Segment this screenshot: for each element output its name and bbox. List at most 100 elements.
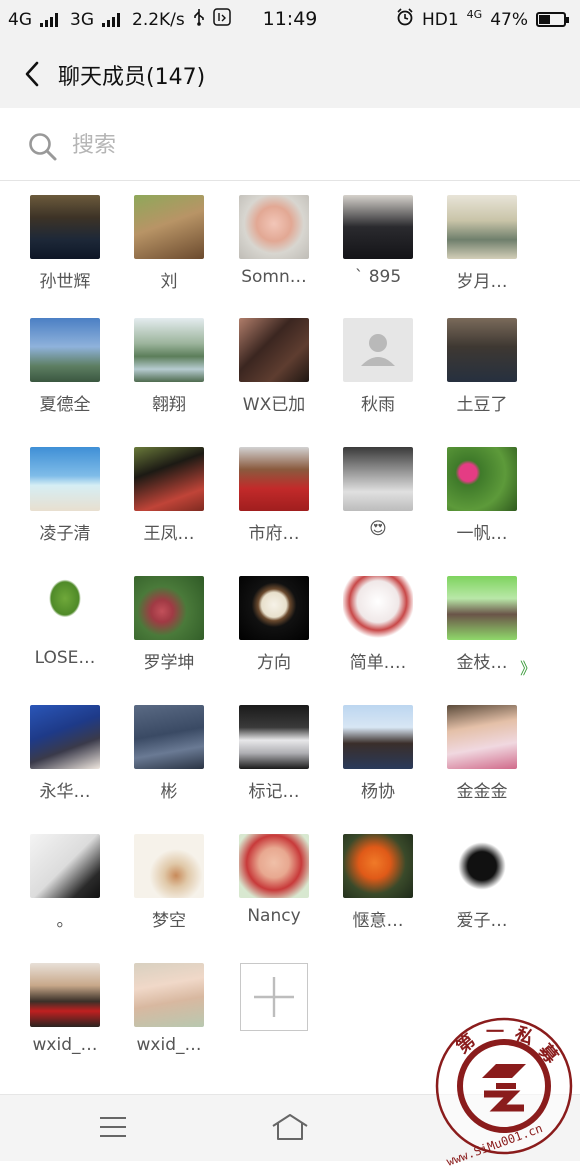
member-name: 永华… — [39, 782, 91, 802]
search-icon — [29, 133, 57, 161]
member-avatar — [239, 318, 309, 382]
member-name: 一帆… — [456, 524, 508, 544]
battery-fill — [539, 15, 550, 24]
member-name: 翱翔 — [152, 395, 186, 415]
member-avatar — [239, 195, 309, 259]
partial-glyph: 》 — [520, 659, 537, 678]
member-name: 王凤… — [143, 524, 195, 544]
battery-icon — [536, 12, 569, 27]
member-avatar — [30, 447, 100, 511]
member-name: 岁月… — [456, 272, 508, 292]
member-item[interactable]: LOSE… — [15, 576, 115, 686]
member-avatar — [343, 834, 413, 898]
member-name: 彬 — [160, 782, 178, 802]
member-name: 杨协 — [361, 782, 395, 802]
member-item[interactable]: 标记… — [224, 705, 324, 815]
member-avatar — [343, 576, 413, 640]
member-name: 金金金 — [456, 782, 508, 802]
member-name: wxid_… — [136, 1035, 202, 1055]
status-right: HD1 4G 47% — [396, 8, 569, 31]
member-item[interactable]: 杨协 — [328, 705, 428, 815]
member-name: LOSE… — [34, 648, 96, 668]
member-item[interactable]: 一帆… — [432, 447, 532, 557]
menu-button[interactable] — [93, 1109, 133, 1145]
home-icon — [272, 1114, 308, 1140]
member-item[interactable]: ˋ 895 — [328, 195, 428, 305]
member-item[interactable]: 土豆了 — [432, 318, 532, 428]
member-item[interactable]: 王凤… — [119, 447, 219, 557]
member-item[interactable]: 秋雨 — [328, 318, 428, 428]
watermark-seal: 第 一 私 募 www.SiMu001.cn — [434, 1016, 574, 1169]
member-item[interactable]: 岁月… — [432, 195, 532, 305]
member-item[interactable]: Somn… — [224, 195, 324, 305]
member-item[interactable]: 夏德全 — [15, 318, 115, 428]
member-avatar — [447, 447, 517, 511]
add-member-button[interactable] — [224, 963, 324, 1073]
page-title: 聊天成员(147) — [58, 65, 206, 90]
member-item[interactable]: 罗学坤 — [119, 576, 219, 686]
member-avatar — [239, 834, 309, 898]
member-name: 惬意… — [352, 911, 404, 931]
member-avatar — [447, 705, 517, 769]
member-item[interactable]: 爱子… — [432, 834, 532, 944]
member-item[interactable]: 市府… — [224, 447, 324, 557]
title-bar: 聊天成员(147) — [0, 40, 580, 108]
member-item[interactable]: 金金金 — [432, 705, 532, 815]
member-item[interactable]: wxid_… — [15, 963, 115, 1073]
member-avatar — [239, 705, 309, 769]
member-avatar — [30, 705, 100, 769]
member-item[interactable]: 凌子清 — [15, 447, 115, 557]
member-avatar — [30, 834, 100, 898]
member-item[interactable]: WX已加 — [224, 318, 324, 428]
member-name: wxid_… — [32, 1035, 98, 1055]
member-avatar — [134, 318, 204, 382]
member-avatar — [447, 576, 517, 640]
member-name: 标记… — [248, 782, 300, 802]
member-item[interactable]: Nancy — [224, 834, 324, 944]
member-avatar — [343, 195, 413, 259]
alarm-icon — [396, 8, 414, 31]
member-item[interactable]: 梦空 — [119, 834, 219, 944]
member-item[interactable]: 。 — [15, 834, 115, 944]
member-avatar — [30, 576, 100, 640]
member-name: 😍 — [369, 519, 387, 539]
member-item[interactable]: 翱翔 — [119, 318, 219, 428]
hd-label: HD1 — [421, 9, 459, 30]
member-item[interactable]: 😍 — [328, 447, 428, 557]
member-avatar — [30, 963, 100, 1027]
member-item[interactable]: 金枝… — [432, 576, 532, 686]
net-label-3: 4G — [466, 8, 483, 21]
member-item[interactable]: 彬 — [119, 705, 219, 815]
member-name: Nancy — [247, 906, 301, 926]
seal-char-2: 一 — [486, 1022, 504, 1043]
member-avatar — [239, 447, 309, 511]
member-name: 夏德全 — [39, 395, 91, 415]
member-item[interactable]: wxid_… — [119, 963, 219, 1073]
back-button[interactable] — [14, 56, 50, 92]
member-item[interactable]: 刘 — [119, 195, 219, 305]
member-name: 秋雨 — [361, 395, 395, 415]
member-avatar — [343, 318, 413, 382]
person-icon — [361, 334, 395, 366]
member-avatar — [134, 447, 204, 511]
status-bar: 4G 3G 2.2K/s 11:49 HD1 4G 47% — [0, 0, 580, 40]
member-item[interactable]: 孙世辉 — [15, 195, 115, 305]
home-button[interactable] — [270, 1109, 310, 1145]
member-name: 凌子清 — [39, 524, 91, 544]
member-item[interactable]: 方向 — [224, 576, 324, 686]
member-avatar — [134, 963, 204, 1027]
plus-icon — [254, 977, 294, 1017]
member-grid: 孙世辉 刘 Somn… ˋ 895 岁月… 夏德全 翱翔 WX已加 秋雨 土豆了凌子清 王凤… 市府…… — [0, 181, 580, 1094]
member-name: 爱子… — [456, 911, 508, 931]
member-item[interactable]: 永华… — [15, 705, 115, 815]
member-avatar — [343, 447, 413, 511]
member-avatar — [447, 195, 517, 259]
member-name: WX已加 — [242, 395, 306, 415]
member-avatar — [447, 318, 517, 382]
search-input[interactable] — [70, 124, 554, 166]
member-avatar — [134, 576, 204, 640]
member-avatar — [134, 834, 204, 898]
member-item[interactable]: 惬意… — [328, 834, 428, 944]
member-item[interactable]: 简单.… — [328, 576, 428, 686]
battery-percent: 47% — [490, 9, 528, 30]
